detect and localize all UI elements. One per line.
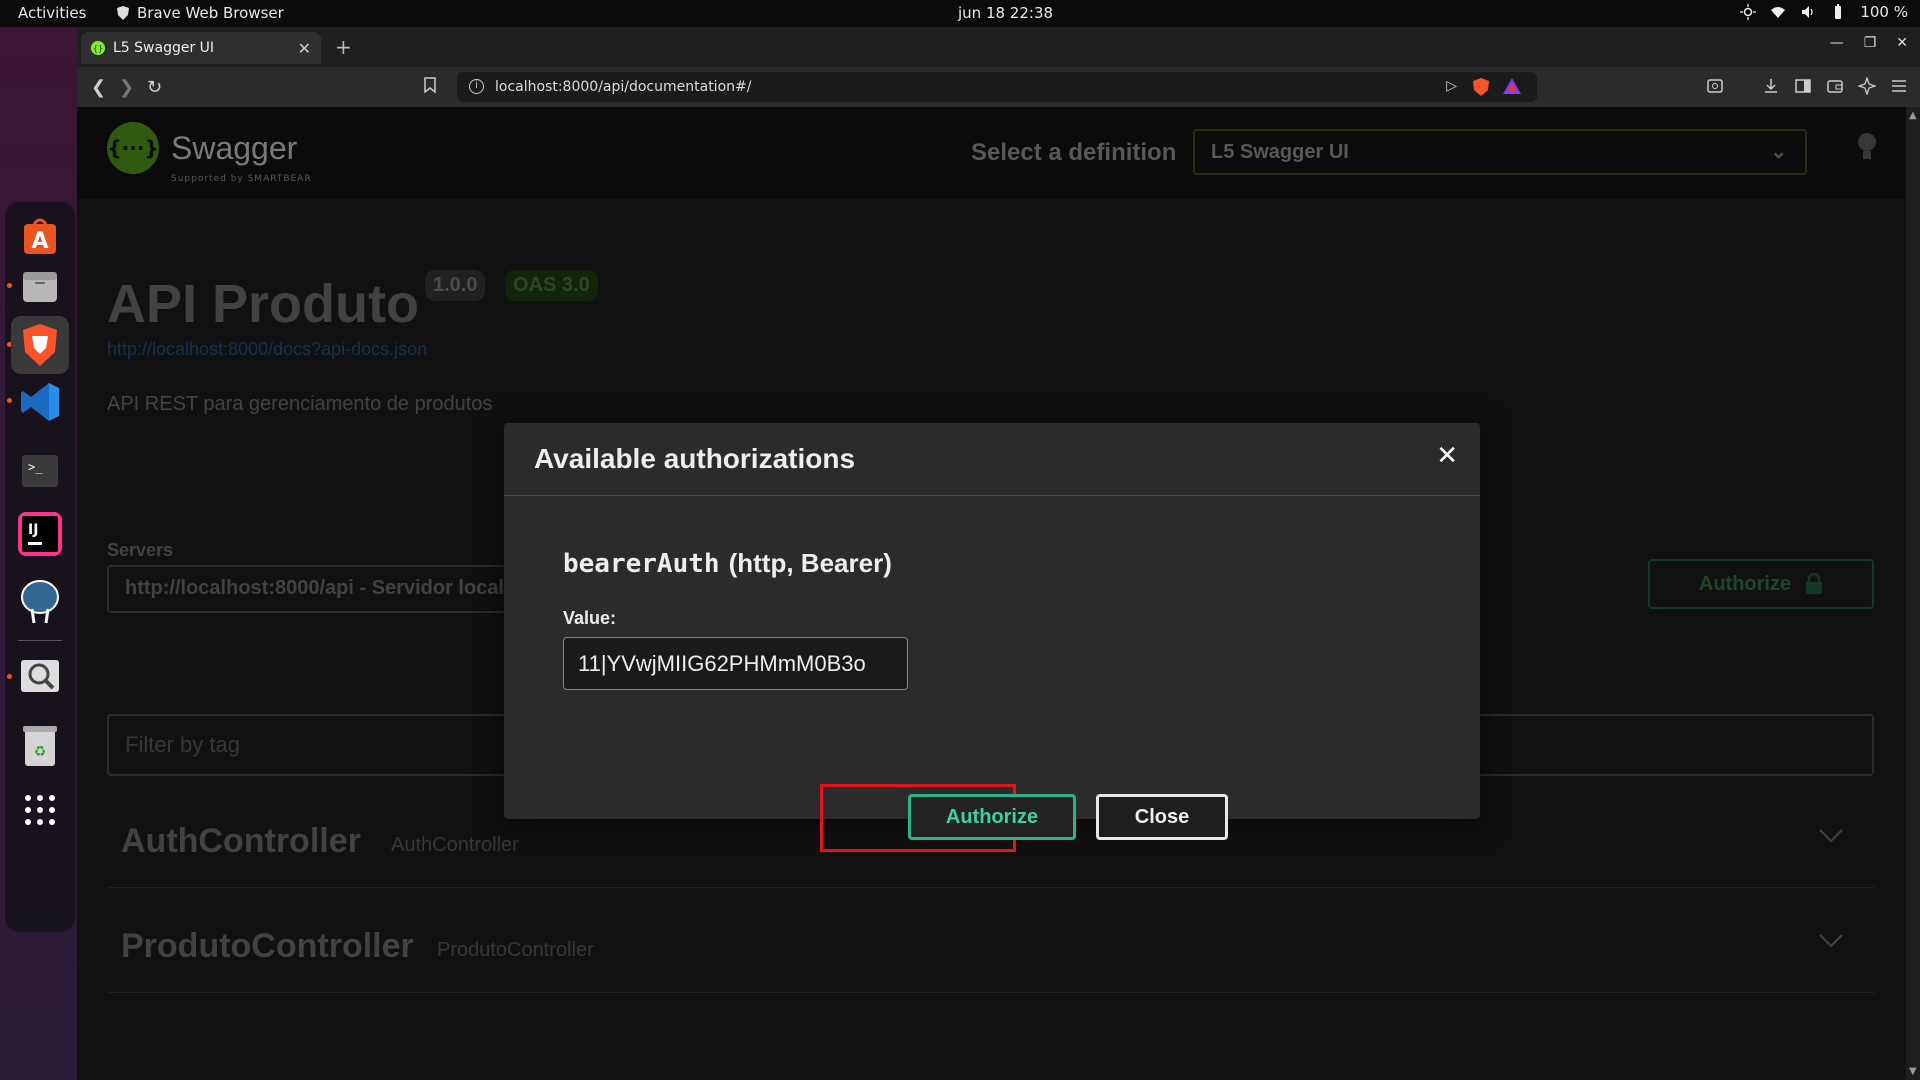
bookmark-icon[interactable]	[423, 77, 437, 98]
running-indicator	[7, 674, 12, 679]
trash-icon[interactable]: ♻	[16, 722, 64, 770]
auth-scheme-heading: bearerAuth (http, Bearer)	[563, 548, 892, 579]
toolbar-right-buttons	[1706, 77, 1908, 95]
value-label: Value:	[563, 608, 617, 628]
brave-shields-icon[interactable]	[1473, 78, 1489, 100]
site-info-icon[interactable]: i	[469, 79, 484, 94]
downloads-icon[interactable]	[1762, 77, 1780, 95]
running-indicator	[7, 398, 12, 403]
minimize-button[interactable]: —	[1830, 35, 1844, 51]
tab-strip: {} L5 Swagger UI ✕ + — ❐ ✕	[77, 27, 1920, 67]
restore-button[interactable]: ❐	[1864, 35, 1877, 51]
url-text: localhost:8000/api/documentation#/	[495, 79, 752, 95]
running-indicator	[7, 283, 12, 288]
dock-separator	[18, 640, 62, 641]
postgresql-icon[interactable]	[16, 578, 64, 626]
brave-browser-icon[interactable]	[11, 316, 69, 374]
show-apps-icon[interactable]	[16, 786, 64, 834]
close-button[interactable]: Close	[1096, 794, 1228, 840]
wifi-icon	[1771, 7, 1786, 18]
window-close-button[interactable]: ✕	[1896, 35, 1908, 51]
page-viewport: {···} Swagger Supported by SMARTBEAR Sel…	[77, 107, 1920, 1080]
authorize-button[interactable]: Authorize	[908, 794, 1076, 840]
tab-close-icon[interactable]: ✕	[298, 39, 311, 58]
vscode-icon[interactable]	[16, 378, 64, 426]
svg-text:>_: >_	[28, 460, 43, 474]
tab-swagger[interactable]: {} L5 Swagger UI ✕	[81, 32, 321, 64]
svg-text:♻: ♻	[34, 744, 47, 760]
scroll-up-icon[interactable]: ▲	[1909, 110, 1917, 121]
close-icon[interactable]: ✕	[1436, 441, 1458, 471]
scheme-type: (http, Bearer)	[728, 548, 892, 578]
scroll-down-icon[interactable]: ▼	[1909, 1066, 1917, 1077]
dialog-title: Available authorizations	[534, 443, 856, 474]
volume-icon	[1802, 6, 1813, 18]
terminal-icon[interactable]: >_	[16, 447, 64, 495]
new-tab-button[interactable]: +	[335, 35, 352, 59]
forward-icon[interactable]: ❯	[119, 77, 134, 98]
swagger-favicon-icon: {}	[91, 41, 105, 55]
browser-toolbar: ❮ ❯ ↻ i localhost:8000/api/documentation…	[77, 67, 1920, 107]
image-viewer-icon[interactable]	[16, 652, 64, 700]
svg-text:{}: {}	[93, 44, 103, 53]
wallet-icon[interactable]	[1826, 77, 1844, 95]
dock: A >_ IJ ♻	[0, 27, 77, 1080]
tab-title: L5 Swagger UI	[113, 40, 215, 56]
clock[interactable]: jun 18 22:38	[958, 4, 1053, 22]
dock-panel: A >_ IJ ♻	[5, 202, 75, 932]
back-icon[interactable]: ❮	[91, 77, 106, 98]
vertical-scrollbar[interactable]: ▲ ▼	[1906, 107, 1920, 1080]
token-value-input[interactable]	[563, 637, 908, 690]
brave-shield-icon	[117, 6, 129, 20]
svg-text:IJ: IJ	[28, 522, 38, 538]
battery-percent: 100 %	[1860, 3, 1908, 21]
app-center-icon[interactable]: A	[16, 212, 64, 260]
brightness-icon	[1740, 4, 1757, 20]
leo-ai-icon[interactable]	[1858, 77, 1876, 95]
address-bar[interactable]: i localhost:8000/api/documentation#/ ▷	[457, 72, 1537, 102]
battery-icon	[1835, 4, 1842, 19]
app-menu[interactable]: Brave Web Browser	[117, 4, 284, 22]
system-top-bar: Activities Brave Web Browser jun 18 22:3…	[0, 0, 1920, 27]
app-name: Brave Web Browser	[137, 4, 284, 22]
screenshot-icon[interactable]	[1706, 77, 1724, 95]
reload-icon[interactable]: ↻	[147, 77, 162, 98]
files-icon[interactable]	[16, 262, 64, 310]
menu-icon[interactable]	[1890, 77, 1908, 95]
svg-text:A: A	[31, 229, 48, 254]
window-controls: — ❐ ✕	[1830, 35, 1908, 51]
system-tray[interactable]: 100 %	[1740, 3, 1908, 21]
authorizations-dialog: Available authorizations ✕ bearerAuth (h…	[504, 423, 1480, 819]
share-icon[interactable]: ▷	[1446, 78, 1457, 94]
brave-rewards-icon[interactable]	[1503, 78, 1521, 98]
sidebar-icon[interactable]	[1794, 77, 1812, 95]
activities-button[interactable]: Activities	[18, 4, 86, 22]
scheme-name: bearerAuth	[563, 549, 720, 579]
browser-window: {} L5 Swagger UI ✕ + — ❐ ✕ ❮ ❯ ↻ i local…	[77, 27, 1920, 1080]
intellij-icon[interactable]: IJ	[16, 510, 64, 558]
dialog-header: Available authorizations ✕	[504, 423, 1480, 496]
